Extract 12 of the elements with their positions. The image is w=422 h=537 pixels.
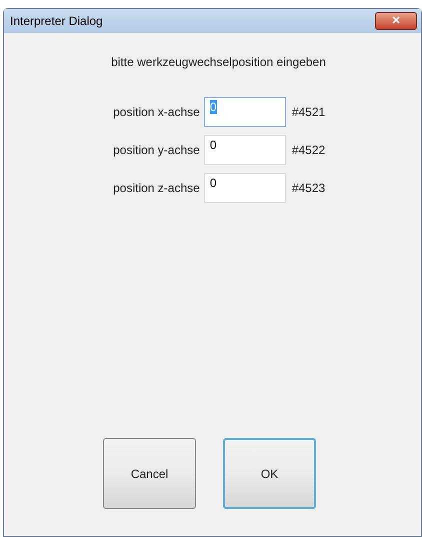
input-field[interactable]: 0 <box>204 173 286 203</box>
cancel-button[interactable]: Cancel <box>103 438 196 509</box>
variable-label: #4521 <box>290 104 326 121</box>
field-label: position x-achse <box>112 104 201 121</box>
field-label: position y-achse <box>112 142 201 159</box>
window-title: Interpreter Dialog <box>10 13 103 30</box>
input-field[interactable]: 0 <box>204 135 286 165</box>
field-label: position z-achse <box>112 180 201 197</box>
prompt-text: bitte werkzeugwechselposition eingeben <box>111 54 326 71</box>
ok-button[interactable]: OK <box>223 438 316 509</box>
variable-label: #4522 <box>290 142 326 159</box>
variable-label: #4523 <box>290 180 326 197</box>
